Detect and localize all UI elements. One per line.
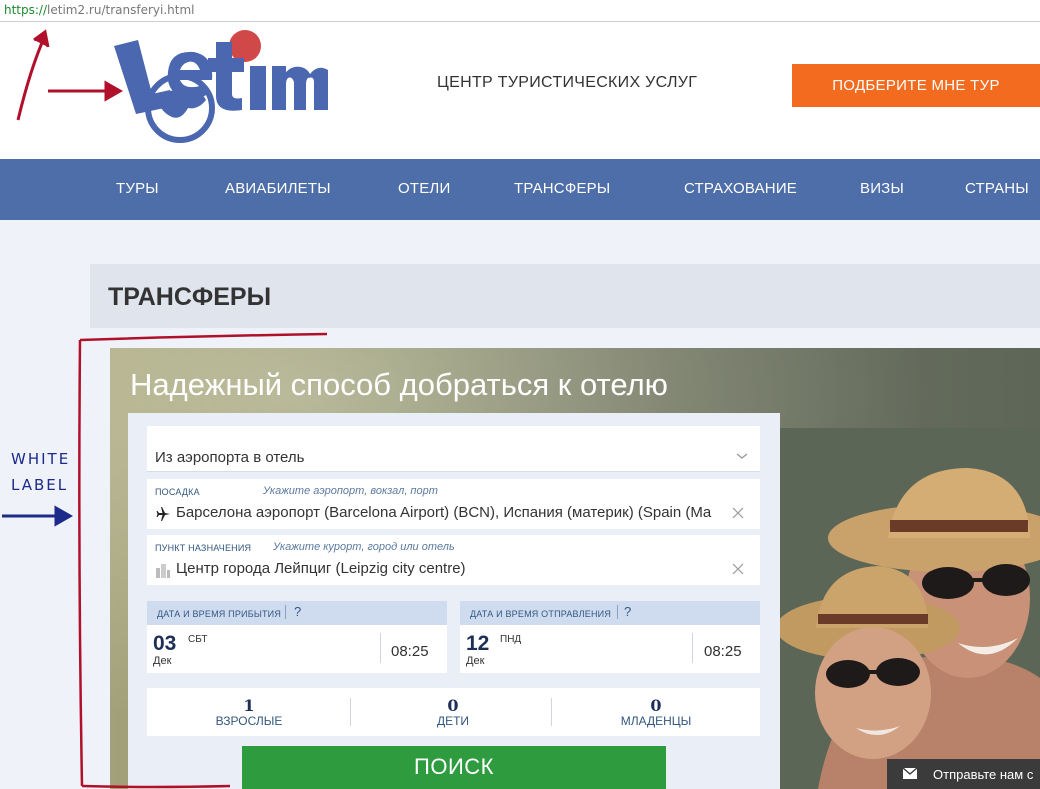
infants-count: 0 [650,696,662,715]
departure-time[interactable]: 08:25 [704,643,742,660]
departure-header: ДАТА И ВРЕМЯ ОТПРАВЛЕНИЯ ? [460,601,760,625]
departure-month: Дек [466,655,485,667]
header-tagline: ЦЕНТР ТУРИСТИЧЕСКИХ УСЛУГ [437,74,698,91]
envelope-icon [903,768,917,779]
clear-destination-icon[interactable] [732,563,744,575]
pick-tour-button[interactable]: ПОДБЕРИТЕ МНЕ ТУР [792,64,1040,107]
hero-photo-mother-and-child [778,428,1040,789]
adults-counter[interactable]: 1 ВЗРОСЛЫЕ [147,688,351,736]
logo-letter-m [272,66,328,110]
destination-field[interactable]: ПУНКТ НАЗНАЧЕНИЯ Укажите курорт, город и… [147,535,760,585]
feedback-widget[interactable]: Отправьте нам с [887,759,1040,789]
logo-red-dot [229,30,261,62]
arrival-day[interactable]: 03 [153,632,176,656]
departure-datetime[interactable]: ДАТА И ВРЕМЯ ОТПРАВЛЕНИЯ ? 12 ПНД Дек 08… [460,601,760,673]
destination-hint: Укажите курорт, город или отель [273,541,455,553]
nav-item-countries[interactable]: СТРАНЫ [965,180,1029,197]
direction-value: Из аэропорта в отель [155,449,305,466]
adults-count: 1 [243,696,255,715]
main-nav: ТУРЫ АВИАБИЛЕТЫ ОТЕЛИ ТРАНСФЕРЫ СТРАХОВА… [0,159,1040,220]
header-divider [285,605,286,619]
nav-item-flights[interactable]: АВИАБИЛЕТЫ [225,180,331,197]
arrival-label: ДАТА И ВРЕМЯ ПРИБЫТИЯ [157,609,282,619]
feedback-label: Отправьте нам с [933,767,1034,782]
infants-label: МЛАДЕНЦЫ [620,714,692,728]
nav-item-insurance[interactable]: СТРАХОВАНИЕ [684,180,797,197]
arrival-help-icon[interactable]: ? [294,604,301,619]
departure-weekday: ПНД [500,634,522,645]
direction-select[interactable]: Из аэропорта в отель [147,426,760,472]
departure-help-icon[interactable]: ? [624,604,631,619]
destination-input[interactable]: Центр города Лейпциг (Leipzig city centr… [176,560,466,577]
section-title-bar: ТРАНСФЕРЫ [90,264,1040,328]
departure-day[interactable]: 12 [466,632,489,656]
nav-item-tours[interactable]: ТУРЫ [116,180,159,197]
pickup-label: ПОСАДКА [155,487,200,497]
adults-label: ВЗРОСЛЫЕ [215,714,283,728]
arrival-datetime[interactable]: ДАТА И ВРЕМЯ ПРИБЫТИЯ ? 03 СБТ Дек 08:25 [147,601,447,673]
pickup-field[interactable]: ПОСАДКА Укажите аэропорт, вокзал, порт Б… [147,479,760,529]
letim-logo[interactable]: letim [108,28,330,143]
page-title: ТРАНСФЕРЫ [108,283,272,311]
logo-letter-e [167,51,213,99]
arrival-time[interactable]: 08:25 [391,643,429,660]
children-label: ДЕТИ [436,714,470,728]
children-counter[interactable]: 0 ДЕТИ [351,688,555,736]
date-time-divider [692,633,693,663]
nav-item-transfers[interactable]: ТРАНСФЕРЫ [514,180,610,197]
annotation-white: WHITE [11,450,71,468]
clear-pickup-icon[interactable] [732,507,744,519]
annotation-label: LABEL [11,476,69,494]
infants-counter[interactable]: 0 МЛАДЕНЦЫ [552,688,760,736]
url-text[interactable]: https://letim2.ru/transferyi.html [4,3,194,17]
search-button[interactable]: ПОИСК [242,746,666,789]
building-icon [156,564,170,578]
hero-title: Надежный способ добраться к отелю [130,367,668,402]
chevron-down-icon[interactable] [736,450,748,462]
pickup-input[interactable]: Барселона аэропорт (Barcelona Airport) (… [176,504,732,521]
airplane-icon [156,507,170,521]
header-divider [617,605,618,619]
passengers-row: 1 ВЗРОСЛЫЕ 0 ДЕТИ 0 МЛАДЕНЦЫ [147,688,760,736]
date-time-divider [380,633,381,663]
destination-label: ПУНКТ НАЗНАЧЕНИЯ [155,543,252,553]
departure-label: ДАТА И ВРЕМЯ ОТПРАВЛЕНИЯ [470,609,612,619]
nav-item-hotels[interactable]: ОТЕЛИ [398,180,450,197]
arrival-weekday: СБТ [188,634,208,645]
browser-address-bar[interactable]: https://letim2.ru/transferyi.html [0,0,1040,22]
pickup-hint: Укажите аэропорт, вокзал, порт [263,485,438,497]
nav-item-visas[interactable]: ВИЗЫ [860,180,904,197]
arrival-month: Дек [153,655,172,667]
arrival-header: ДАТА И ВРЕМЯ ПРИБЫТИЯ ? [147,601,447,625]
logo-letter-i [250,66,266,110]
children-count: 0 [447,696,459,715]
